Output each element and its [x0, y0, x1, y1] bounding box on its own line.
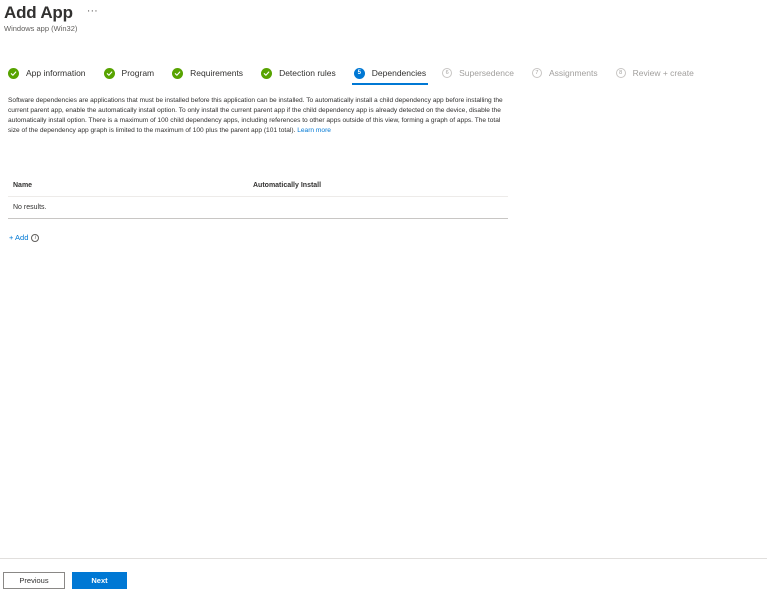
- table-row: No results.: [8, 197, 508, 219]
- column-header-name[interactable]: Name: [8, 182, 253, 189]
- checkmark-icon: [103, 67, 115, 79]
- step-requirements[interactable]: Requirements: [172, 67, 244, 79]
- page-header: Add App ··· Windows app (Win32): [4, 3, 98, 33]
- column-header-automatically-install[interactable]: Automatically Install: [253, 182, 321, 189]
- step-assignments: 7 Assignments: [531, 68, 598, 78]
- step-number-icon: 7: [531, 68, 542, 78]
- page-title: Add App: [4, 3, 73, 22]
- step-dependencies[interactable]: 5 Dependencies: [351, 67, 429, 85]
- learn-more-link[interactable]: Learn more: [297, 127, 331, 134]
- step-app-information[interactable]: App information: [8, 67, 86, 79]
- step-label: Detection rules: [279, 68, 336, 78]
- add-dependency-button[interactable]: + Add i: [9, 233, 40, 242]
- table-header: Name Automatically Install: [8, 175, 508, 197]
- step-number-icon: 5: [353, 67, 365, 79]
- add-label: + Add: [9, 233, 29, 242]
- page-subtitle: Windows app (Win32): [4, 24, 78, 33]
- step-label: Assignments: [548, 68, 598, 78]
- checkmark-icon: [261, 67, 273, 79]
- dependencies-description: Software dependencies are applications t…: [8, 96, 508, 136]
- step-supersedence: 6 Supersedence: [442, 68, 514, 78]
- title-row: Add App ···: [4, 3, 98, 23]
- step-number-icon: 8: [615, 68, 626, 78]
- active-step-underline: [351, 83, 429, 85]
- previous-button[interactable]: Previous: [3, 572, 65, 589]
- next-button[interactable]: Next: [72, 572, 127, 589]
- checkmark-icon: [172, 67, 184, 79]
- more-options-icon[interactable]: ···: [87, 5, 98, 17]
- step-label: Dependencies: [371, 68, 427, 78]
- no-results-text: No results.: [13, 204, 47, 211]
- checkmark-icon: [8, 67, 19, 79]
- step-program[interactable]: Program: [103, 67, 155, 79]
- step-label: App information: [26, 68, 86, 78]
- footer-divider: [0, 558, 767, 559]
- step-label: Program: [121, 68, 155, 78]
- step-detection-rules[interactable]: Detection rules: [261, 67, 336, 79]
- step-label: Requirements: [190, 68, 244, 78]
- wizard-steps: App information Program Requirements Detect…: [8, 66, 694, 85]
- info-icon[interactable]: i: [31, 233, 40, 242]
- description-text: Software dependencies are applications t…: [8, 97, 503, 135]
- step-label: Supersedence: [459, 68, 514, 78]
- step-number-icon: 6: [442, 68, 453, 78]
- step-review-create: 8 Review + create: [615, 68, 694, 78]
- dependencies-table: Name Automatically Install No results.: [8, 175, 508, 219]
- step-label: Review + create: [632, 68, 694, 78]
